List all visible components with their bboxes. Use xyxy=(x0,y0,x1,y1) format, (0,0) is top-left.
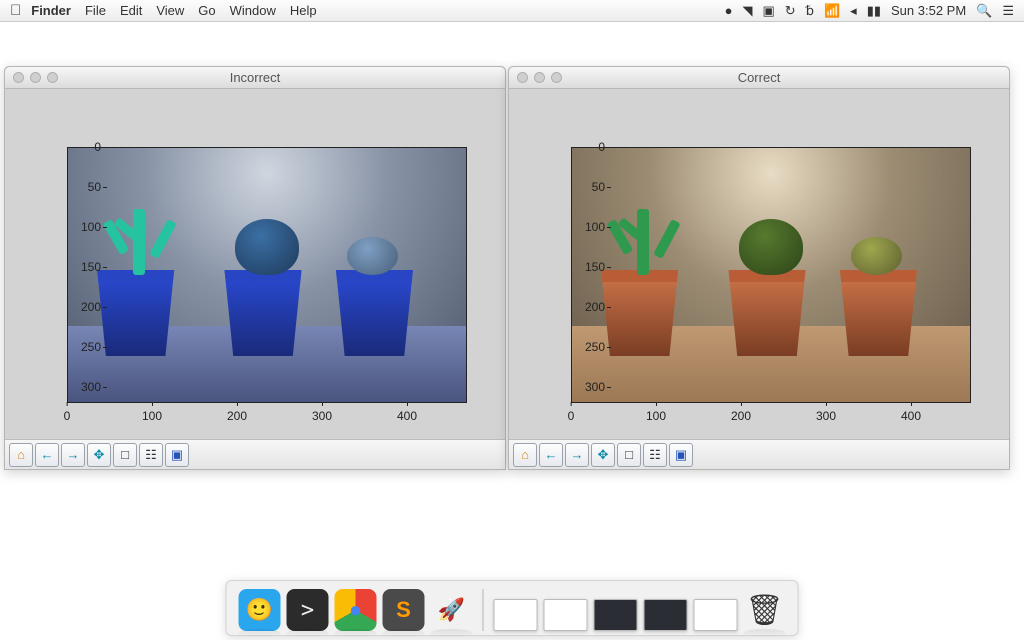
active-app-name[interactable]: Finder xyxy=(31,3,71,18)
xtick: 0 xyxy=(568,409,575,423)
dock-window-thumb[interactable] xyxy=(594,599,638,631)
menu-file[interactable]: File xyxy=(85,3,106,18)
window-title: Correct xyxy=(509,70,1009,85)
dock: 🙂 > ● S 🚀 🗑 xyxy=(226,580,799,636)
figure-window-incorrect: Incorrect 0 50 100 150 200 250 300 0 100… xyxy=(4,66,506,470)
dropbox-icon[interactable]: ◥ xyxy=(743,3,753,19)
ytick: 150 xyxy=(61,260,101,274)
menubar-right: ● ◥ ▣ ↻ ␢ 📶 ◂ ▮▮ Sun 3:52 PM 🔍 ☰ xyxy=(725,3,1014,19)
dock-app-chrome[interactable]: ● xyxy=(335,589,377,631)
titlebar[interactable]: Correct xyxy=(509,67,1009,89)
toolbar-save-button[interactable]: ▣ xyxy=(669,443,693,467)
menu-help[interactable]: Help xyxy=(290,3,317,18)
dock-app-sublime[interactable]: S xyxy=(383,589,425,631)
menu-window[interactable]: Window xyxy=(230,3,276,18)
titlebar[interactable]: Incorrect xyxy=(5,67,505,89)
mpl-toolbar: ⌂ ← → ✥ □ ☷ ▣ xyxy=(509,439,1009,469)
toolbar-forward-button[interactable]: → xyxy=(61,443,85,467)
dock-window-thumb[interactable] xyxy=(544,599,588,631)
toolbar-subplots-button[interactable]: ☷ xyxy=(643,443,667,467)
dock-app-terminal[interactable]: > xyxy=(287,589,329,631)
axes-image xyxy=(571,147,971,403)
clock[interactable]: Sun 3:52 PM xyxy=(891,3,966,18)
toolbar-zoom-button[interactable]: □ xyxy=(113,443,137,467)
dock-separator xyxy=(483,589,484,631)
ytick: 300 xyxy=(61,380,101,394)
xtick: 300 xyxy=(816,409,836,423)
xtick: 100 xyxy=(142,409,162,423)
toolbar-pan-button[interactable]: ✥ xyxy=(591,443,615,467)
ytick: 0 xyxy=(565,140,605,154)
menu-view[interactable]: View xyxy=(156,3,184,18)
window-title: Incorrect xyxy=(5,70,505,85)
dock-app-finder[interactable]: 🙂 xyxy=(239,589,281,631)
ytick: 300 xyxy=(565,380,605,394)
xtick: 200 xyxy=(227,409,247,423)
airplay-icon[interactable]: ▣ xyxy=(763,3,775,19)
toolbar-pan-button[interactable]: ✥ xyxy=(87,443,111,467)
xtick: 200 xyxy=(731,409,751,423)
dock-window-thumb[interactable] xyxy=(494,599,538,631)
bluetooth-icon[interactable]: ␢ xyxy=(806,3,814,19)
toolbar-forward-button[interactable]: → xyxy=(565,443,589,467)
apple-menu-icon[interactable]:  xyxy=(10,2,21,19)
timemachine-icon[interactable]: ↻ xyxy=(785,3,796,19)
ytick: 100 xyxy=(61,220,101,234)
toolbar-home-button[interactable]: ⌂ xyxy=(513,443,537,467)
toolbar-back-button[interactable]: ← xyxy=(35,443,59,467)
ytick: 0 xyxy=(61,140,101,154)
image-content xyxy=(572,148,970,402)
toolbar-subplots-button[interactable]: ☷ xyxy=(139,443,163,467)
menubar:  Finder File Edit View Go Window Help ●… xyxy=(0,0,1024,22)
plot-area: 0 50 100 150 200 250 300 0 100 200 300 4… xyxy=(509,89,1009,469)
toolbar-save-button[interactable]: ▣ xyxy=(165,443,189,467)
dock-window-thumb[interactable] xyxy=(694,599,738,631)
toolbar-zoom-button[interactable]: □ xyxy=(617,443,641,467)
ytick: 250 xyxy=(565,340,605,354)
plot-area: 0 50 100 150 200 250 300 0 100 200 300 4… xyxy=(5,89,505,469)
ytick: 250 xyxy=(61,340,101,354)
xtick: 300 xyxy=(312,409,332,423)
xtick: 400 xyxy=(901,409,921,423)
mpl-toolbar: ⌂ ← → ✥ □ ☷ ▣ xyxy=(5,439,505,469)
figure-window-correct: Correct 0 50 100 150 200 250 300 0 100 2… xyxy=(508,66,1010,470)
ytick: 50 xyxy=(565,180,605,194)
ytick: 150 xyxy=(565,260,605,274)
menubar-left: Finder File Edit View Go Window Help xyxy=(31,3,316,18)
dock-window-thumb[interactable] xyxy=(644,599,688,631)
volume-icon[interactable]: ◂ xyxy=(850,3,857,19)
toolbar-home-button[interactable]: ⌂ xyxy=(9,443,33,467)
notifications-icon[interactable]: ☰ xyxy=(1002,3,1014,19)
spotlight-icon[interactable]: 🔍 xyxy=(976,3,992,19)
dock-trash[interactable]: 🗑 xyxy=(744,589,786,631)
ytick: 200 xyxy=(61,300,101,314)
axes-image xyxy=(67,147,467,403)
wifi-icon[interactable]: 📶 xyxy=(824,3,840,19)
menu-extra-icon[interactable]: ● xyxy=(725,3,733,18)
ytick: 100 xyxy=(565,220,605,234)
xtick: 100 xyxy=(646,409,666,423)
xtick: 0 xyxy=(64,409,71,423)
ytick: 200 xyxy=(565,300,605,314)
battery-icon[interactable]: ▮▮ xyxy=(867,3,881,19)
xtick: 400 xyxy=(397,409,417,423)
menu-go[interactable]: Go xyxy=(198,3,215,18)
toolbar-back-button[interactable]: ← xyxy=(539,443,563,467)
image-content xyxy=(68,148,466,402)
ytick: 50 xyxy=(61,180,101,194)
menu-edit[interactable]: Edit xyxy=(120,3,142,18)
dock-app-rocket[interactable]: 🚀 xyxy=(431,589,473,631)
